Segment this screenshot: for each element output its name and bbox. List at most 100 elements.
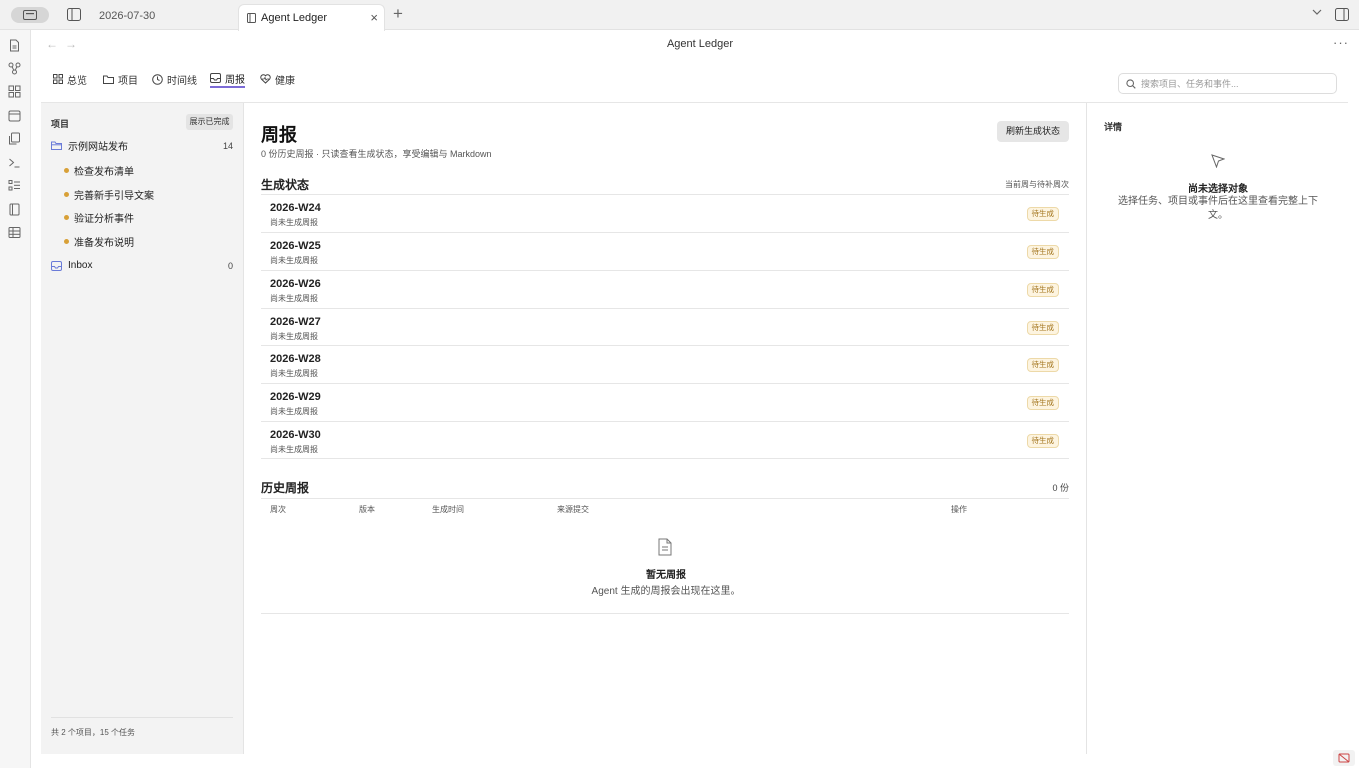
week-row[interactable]: 2026-W28 尚未生成周报 待生成 [261,345,1069,383]
column-header-actions: 操作 [951,505,967,514]
more-options-icon[interactable]: ··· [1333,35,1349,50]
divider [261,613,1069,614]
task-item[interactable]: 完善新手引导文案 [64,187,154,202]
project-count: 14 [222,140,233,151]
project-name: Inbox [68,260,93,271]
week-row[interactable]: 2026-W25 尚未生成周报 待生成 [261,231,1069,270]
graph-icon[interactable] [8,62,21,75]
task-status-dot [64,168,69,173]
week-row[interactable]: 2026-W27 尚未生成周报 待生成 [261,307,1069,346]
column-header-week: 周次 [270,505,286,514]
nav-tab-label: 健康 [275,75,295,87]
status-badge: 待生成 [1026,358,1059,373]
panel-icon [23,10,37,20]
week-status-text: 尚未生成周报 [270,293,318,303]
status-badge: 待生成 [1026,320,1059,335]
ribbon-toggle-button[interactable] [11,7,49,23]
book-icon[interactable] [8,203,21,216]
nav-tab-timeline[interactable]: 时间线 [152,70,197,88]
close-tab-icon[interactable]: × [370,11,378,24]
project-item-example-site[interactable]: 示例网站发布 14 [51,138,233,153]
empty-state-title: 暂无周报 [646,570,686,581]
week-row[interactable]: 2026-W26 尚未生成周报 待生成 [261,269,1069,308]
week-name: 2026-W30 [270,429,321,442]
sidebar-toggle-icon[interactable] [67,8,81,21]
folder-icon [103,75,114,84]
page-subtitle: 0 份历史周报 · 只读查看生成状态，享受编辑与 Markdown [261,149,492,159]
week-status-text: 尚未生成周报 [270,218,318,227]
tab-date[interactable]: 2026-07-30 [99,10,155,22]
page-title: 周报 [261,125,297,145]
task-item[interactable]: 准备发布说明 [64,234,134,249]
week-name: 2026-W27 [270,315,321,328]
search-box[interactable] [1118,73,1337,94]
task-item[interactable]: 验证分析事件 [64,210,134,225]
nav-tab-label: 时间线 [167,75,197,87]
nav-tab-weekly-report[interactable]: 周报 [210,70,245,88]
tab-agent-ledger[interactable]: Agent Ledger × [238,4,385,31]
section-title-status: 生成状态 [261,178,310,192]
nav-tab-overview[interactable]: 总览 [53,70,87,88]
week-name: 2026-W25 [270,239,321,252]
nav-tab-health[interactable]: 健康 [260,70,295,88]
nav-tab-label: 项目 [118,75,138,87]
refresh-status-button[interactable]: 刷新生成状态 [997,121,1069,142]
week-status-text: 尚未生成周报 [270,255,318,265]
column-header-generated-at: 生成时间 [432,505,464,514]
cursor-pointer-icon [1211,154,1225,168]
task-label: 准备发布说明 [74,238,134,249]
inbox-icon [51,260,62,271]
task-item[interactable]: 检查发布清单 [64,163,134,178]
empty-state-text: Agent 生成的周报会出现在这里。 [591,586,741,597]
heart-pulse-icon [260,74,271,84]
week-name: 2026-W29 [270,391,321,404]
history-count: 0 份 [1052,483,1069,493]
week-name: 2026-W26 [270,277,321,290]
week-row[interactable]: 2026-W30 尚未生成周报 待生成 [261,421,1069,459]
search-input[interactable] [1141,77,1331,91]
divider [261,498,1069,499]
week-name: 2026-W28 [270,353,321,366]
tab-bar [0,0,1359,30]
ribbon [0,30,31,768]
task-label: 完善新手引导文案 [74,191,154,202]
task-status-dot [64,215,69,220]
search-icon [1126,79,1136,89]
list-icon[interactable] [8,179,21,192]
grid-icon[interactable] [8,85,21,98]
project-item-inbox[interactable]: Inbox 0 [51,260,233,271]
new-tab-icon[interactable]: + [393,5,403,22]
status-badge: 待生成 [1026,282,1059,297]
detail-empty-title: 尚未选择对象 [1188,184,1248,195]
detail-panel-divider [1086,103,1087,754]
calendar-icon[interactable] [8,109,21,122]
detail-empty-text: 选择任务、项目或事件后在这里查看完整上下文。 [1118,196,1318,221]
week-row[interactable]: 2026-W29 尚未生成周报 待生成 [261,383,1069,421]
view-title: Agent Ledger [666,38,734,50]
task-label: 验证分析事件 [74,214,134,225]
folder-open-icon [51,141,62,150]
nav-tab-label: 总览 [67,75,87,87]
detail-panel-title: 详情 [1104,122,1123,132]
document-icon [247,13,256,23]
terminal-icon[interactable] [8,156,21,169]
empty-document-icon [657,538,673,556]
right-sidebar-toggle-icon[interactable] [1335,8,1349,21]
show-completed-button[interactable]: 展示已完成 [186,114,233,130]
column-header-source-commit: 来源提交 [557,505,589,514]
week-row[interactable]: 2026-W24 尚未生成周报 待生成 [261,194,1069,232]
week-status-list: 2026-W24 尚未生成周报 待生成 2026-W25 尚未生成周报 待生成 2026… [261,194,1069,459]
sidebar-title: 项目 [51,119,70,129]
nav-tab-label: 周报 [225,74,245,86]
nav-tab-projects[interactable]: 项目 [103,70,138,88]
column-header-version: 版本 [359,505,375,514]
divider [51,717,233,718]
copy-icon[interactable] [8,132,21,145]
chevron-down-icon[interactable] [1312,9,1322,16]
table-icon[interactable] [8,226,21,239]
status-badge: 待生成 [1026,434,1059,449]
sync-status-icon[interactable] [1333,750,1355,766]
project-name: 示例网站发布 [68,142,128,153]
week-status-text: 尚未生成周报 [270,369,318,379]
grid-icon [53,74,63,84]
